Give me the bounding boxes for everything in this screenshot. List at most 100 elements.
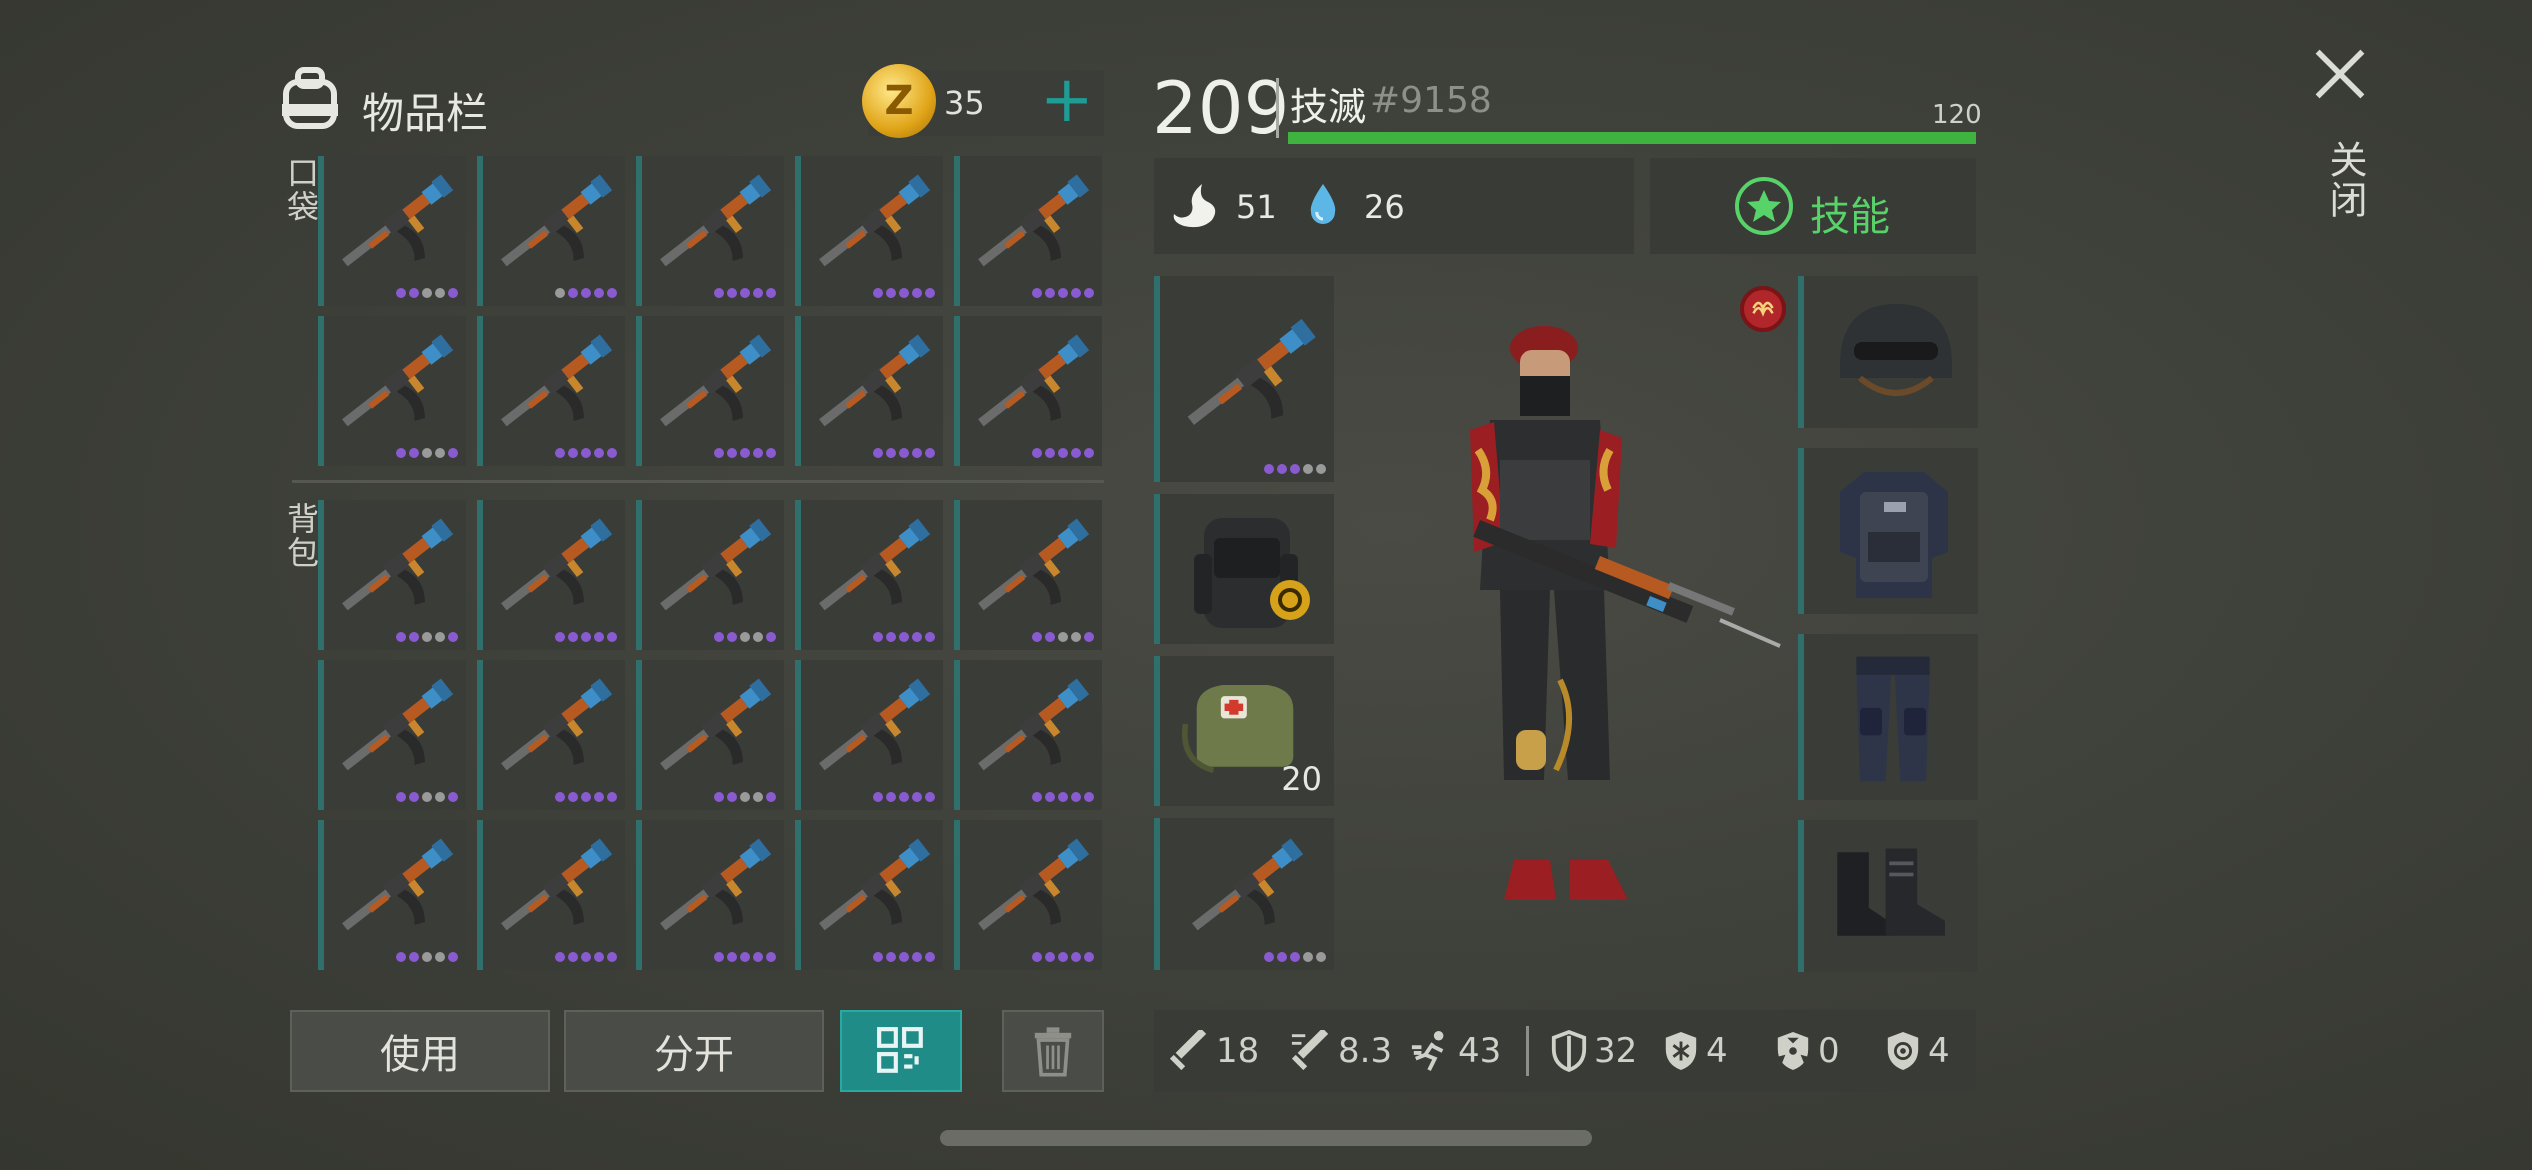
- rarity-dots: [555, 632, 617, 642]
- backpack-slot[interactable]: [318, 820, 466, 970]
- rifle-icon: [491, 508, 621, 628]
- pocket-slot[interactable]: [954, 316, 1102, 466]
- rarity-dots: [714, 448, 776, 458]
- boots-slot[interactable]: [1798, 820, 1978, 972]
- backpack-slot[interactable]: [477, 500, 625, 650]
- stat-melee-damage: 18: [1168, 1030, 1259, 1072]
- pocket-slot[interactable]: [795, 156, 943, 306]
- pocket-slot[interactable]: [636, 156, 784, 306]
- rarity-dots: [714, 792, 776, 802]
- weapon-slot-primary[interactable]: [1154, 276, 1334, 482]
- coin-count: 35: [944, 84, 985, 122]
- stat-radiation-protection: 0: [1774, 1030, 1840, 1072]
- pants-icon: [1856, 656, 1930, 782]
- rifle-icon: [650, 164, 780, 284]
- body-armor-icon: [1840, 472, 1948, 598]
- medkit-slot[interactable]: 20: [1154, 656, 1334, 806]
- pocket-slot[interactable]: [636, 316, 784, 466]
- player-name: 技滅: [1290, 85, 1367, 129]
- rifle-icon: [968, 508, 1098, 628]
- grid-view-button[interactable]: [840, 1010, 962, 1092]
- pocket-slot[interactable]: [477, 156, 625, 306]
- hp-bar-fill: [1288, 132, 1976, 144]
- close-button[interactable]: 关闭: [2300, 40, 2380, 240]
- rifle-icon: [650, 828, 780, 948]
- rarity-dots: [396, 288, 458, 298]
- rifle-icon: [809, 668, 939, 788]
- tactical-backpack-icon: [1194, 518, 1310, 628]
- stat-move-speed: 43: [1410, 1030, 1501, 1072]
- snowflake-shield-icon: [1665, 1032, 1697, 1070]
- rarity-dots: [714, 952, 776, 962]
- use-button[interactable]: 使用: [290, 1010, 550, 1092]
- body-armor-slot[interactable]: [1798, 448, 1978, 614]
- add-coins-button[interactable]: +: [1040, 68, 1094, 132]
- home-indicator[interactable]: [940, 1130, 1592, 1146]
- shield-icon: [1551, 1030, 1587, 1072]
- rifle-icon: [809, 828, 939, 948]
- split-button[interactable]: 分开: [564, 1010, 824, 1092]
- faction-badge-icon[interactable]: [1740, 286, 1786, 332]
- backpack-slot[interactable]: [795, 660, 943, 810]
- rarity-dots: [873, 632, 935, 642]
- rifle-icon: [1176, 306, 1326, 446]
- backpack-slot[interactable]: [636, 500, 784, 650]
- pocket-slot[interactable]: [477, 316, 625, 466]
- helmet-icon: [1840, 304, 1952, 396]
- pants-slot[interactable]: [1798, 634, 1978, 800]
- helmet-slot[interactable]: [1798, 276, 1978, 428]
- backpack-slot[interactable]: [318, 500, 466, 650]
- rifle-icon: [491, 324, 621, 444]
- rifle-icon: [332, 164, 462, 284]
- rarity-dots: [396, 792, 458, 802]
- pocket-slot[interactable]: [795, 316, 943, 466]
- backpack-slot[interactable]: [477, 820, 625, 970]
- rifle-icon: [650, 324, 780, 444]
- character-model[interactable]: [1420, 320, 1840, 960]
- backpack-slot[interactable]: [636, 820, 784, 970]
- rarity-dots: [873, 448, 935, 458]
- biohazard-shield-icon: [1887, 1032, 1919, 1070]
- backpack-slot[interactable]: [954, 820, 1102, 970]
- backpack-slot[interactable]: [636, 660, 784, 810]
- trash-icon: [1034, 1027, 1072, 1077]
- backpack-slot[interactable]: [477, 660, 625, 810]
- backpack-slot[interactable]: [795, 820, 943, 970]
- pocket-slot[interactable]: [954, 156, 1102, 306]
- backpack-slot[interactable]: [795, 500, 943, 650]
- backpack-slot[interactable]: [954, 660, 1102, 810]
- rarity-dots: [555, 792, 617, 802]
- rifle-icon: [968, 164, 1098, 284]
- rarity-dots: [1264, 464, 1326, 474]
- backpack-slot[interactable]: [954, 500, 1102, 650]
- swift-sword-icon: [1291, 1030, 1329, 1071]
- player-tag: #9158: [1370, 80, 1492, 121]
- stat-cold-protection: 4: [1662, 1030, 1728, 1072]
- rarity-dots: [1032, 792, 1094, 802]
- backpack-slot[interactable]: [1154, 494, 1334, 644]
- rarity-dots: [1032, 952, 1094, 962]
- pocket-slot[interactable]: [318, 156, 466, 306]
- player-level: 209: [1152, 66, 1290, 150]
- rifle-icon: [332, 508, 462, 628]
- rifle-icon: [332, 828, 462, 948]
- star-icon: [1734, 176, 1794, 240]
- rifle-icon: [1182, 828, 1312, 948]
- pocket-slot[interactable]: [318, 316, 466, 466]
- backpack-icon: [280, 66, 340, 130]
- rifle-icon: [968, 668, 1098, 788]
- weapon-slot-secondary[interactable]: [1154, 818, 1334, 970]
- rifle-icon: [809, 324, 939, 444]
- rarity-dots: [396, 448, 458, 458]
- boots-icon: [1837, 848, 1945, 936]
- section-divider: [292, 480, 1104, 483]
- backpack-slot[interactable]: [318, 660, 466, 810]
- rifle-icon: [650, 668, 780, 788]
- rarity-dots: [396, 632, 458, 642]
- rifle-icon: [968, 324, 1098, 444]
- rifle-icon: [332, 668, 462, 788]
- rarity-dots: [714, 632, 776, 642]
- trash-button[interactable]: [1002, 1010, 1104, 1092]
- rifle-icon: [809, 508, 939, 628]
- food-value: 51: [1236, 188, 1277, 226]
